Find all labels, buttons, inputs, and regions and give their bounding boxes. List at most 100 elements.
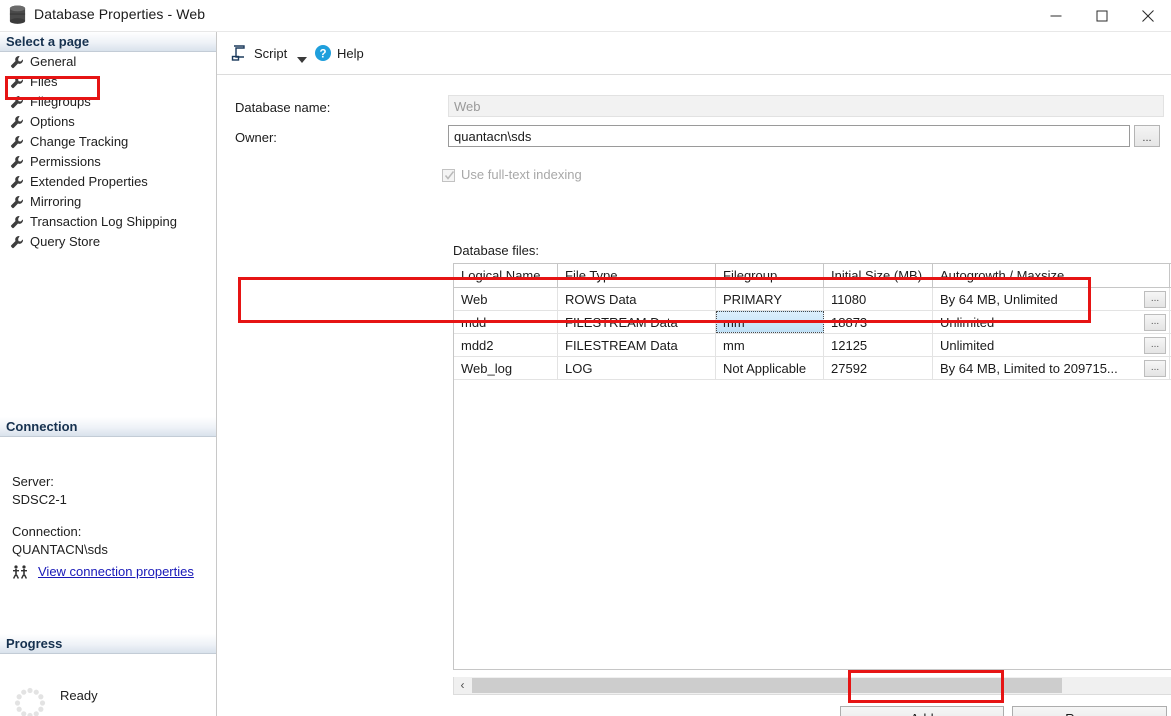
help-question-icon[interactable]: ? bbox=[314, 44, 332, 62]
grid-cell-value: Not Applicable bbox=[723, 361, 807, 376]
sidebar-item-label: Extended Properties bbox=[30, 174, 148, 189]
sidebar-item-permissions[interactable]: Permissions bbox=[0, 152, 216, 172]
grid-cell-file-type[interactable]: FILESTREAM Data bbox=[558, 334, 716, 356]
progress-header: Progress bbox=[0, 634, 216, 654]
scroll-left-arrow[interactable]: ‹ bbox=[454, 677, 471, 693]
sidebar-item-change-tracking[interactable]: Change Tracking bbox=[0, 132, 216, 152]
grid-cell-value: mdd2 bbox=[461, 338, 494, 353]
table-row[interactable]: Web ROWS Data PRIMARY 11080 By 64 MB, Unlimi… bbox=[454, 288, 1171, 311]
grid-cell-filegroup[interactable]: PRIMARY bbox=[716, 288, 824, 310]
grid-cell-autogrowth[interactable]: By 64 MB, Unlimited bbox=[933, 288, 1170, 310]
table-row[interactable]: Web_log LOG Not Applicable 27592 By 64 MB, L… bbox=[454, 357, 1171, 380]
grid-row-ellipsis-button[interactable]: ... bbox=[1144, 337, 1166, 354]
grid-cell-initial-size[interactable]: 12125 bbox=[824, 334, 933, 356]
grid-cell-autogrowth[interactable]: By 64 MB, Limited to 209715... bbox=[933, 357, 1170, 379]
sidebar-item-extended-properties[interactable]: Extended Properties bbox=[0, 172, 216, 192]
progress-status: Ready bbox=[60, 688, 98, 703]
main-pane: Script ? Help Database name: Owner: ... bbox=[217, 32, 1171, 716]
grid-column-header[interactable]: Initial Size (MB) bbox=[824, 264, 933, 287]
grid-cell-filegroup[interactable]: mm bbox=[716, 311, 824, 333]
checkbox-icon[interactable] bbox=[442, 169, 455, 182]
grid-column-header-label: Filegroup bbox=[723, 268, 778, 283]
grid-cell-value: By 64 MB, Unlimited bbox=[940, 292, 1058, 307]
database-files-grid[interactable]: Logical Name File Type Filegroup Initial Si… bbox=[453, 263, 1171, 670]
add-button[interactable]: Add bbox=[840, 706, 1004, 716]
grid-column-header[interactable]: Autogrowth / Maxsize bbox=[933, 264, 1170, 287]
grid-row-ellipsis-button[interactable]: ... bbox=[1144, 291, 1166, 308]
grid-cell-file-type[interactable]: LOG bbox=[558, 357, 716, 379]
server-value: SDSC2-1 bbox=[12, 492, 67, 507]
grid-cell-filegroup[interactable]: Not Applicable bbox=[716, 357, 824, 379]
grid-header-row: Logical Name File Type Filegroup Initial Si… bbox=[454, 264, 1171, 288]
script-icon[interactable] bbox=[230, 44, 248, 62]
grid-column-header-label: Autogrowth / Maxsize bbox=[940, 268, 1065, 283]
grid-cell-file-type[interactable]: ROWS Data bbox=[558, 288, 716, 310]
grid-column-header[interactable]: File Type bbox=[558, 264, 716, 287]
grid-cell-value: 27592 bbox=[831, 361, 868, 376]
grid-horizontal-scrollbar[interactable]: ‹ › bbox=[453, 677, 1171, 695]
owner-label: Owner: bbox=[235, 130, 277, 145]
grid-cell-autogrowth[interactable]: Unlimited bbox=[933, 311, 1170, 333]
grid-cell-logical-name[interactable]: Web bbox=[454, 288, 558, 310]
grid-cell-initial-size[interactable]: 18873 bbox=[824, 311, 933, 333]
sidebar-item-files[interactable]: Files bbox=[0, 72, 216, 92]
grid-cell-value: Unlimited bbox=[940, 338, 995, 353]
sidebar-item-label: Change Tracking bbox=[30, 134, 129, 149]
grid-cell-value: Web_log bbox=[461, 361, 513, 376]
scrollbar-thumb[interactable] bbox=[472, 678, 1062, 693]
sidebar-item-options[interactable]: Options bbox=[0, 112, 216, 132]
sidebar-item-transaction-log-shipping[interactable]: Transaction Log Shipping bbox=[0, 212, 216, 232]
close-button[interactable] bbox=[1125, 0, 1171, 31]
sidebar-item-filegroups[interactable]: Filegroups bbox=[0, 92, 216, 112]
wrench-icon bbox=[10, 175, 24, 189]
spinner-icon bbox=[12, 685, 48, 716]
sidebar-item-label: Options bbox=[30, 114, 75, 129]
sidebar-item-mirroring[interactable]: Mirroring bbox=[0, 192, 216, 212]
owner-input[interactable] bbox=[448, 125, 1130, 147]
sidebar: Select a page General Files Filegroups Opti… bbox=[0, 32, 217, 716]
maximize-button[interactable] bbox=[1079, 0, 1125, 31]
chevron-down-icon[interactable] bbox=[297, 51, 307, 66]
grid-column-header-label: Initial Size (MB) bbox=[831, 268, 923, 283]
sidebar-item-query-store[interactable]: Query Store bbox=[0, 232, 216, 252]
grid-cell-initial-size[interactable]: 11080 bbox=[824, 288, 933, 310]
select-page-header: Select a page bbox=[0, 32, 216, 52]
grid-cell-value: mm bbox=[723, 338, 745, 353]
sidebar-item-label: Query Store bbox=[30, 234, 101, 249]
owner-browse-button[interactable]: ... bbox=[1134, 125, 1160, 147]
sidebar-item-label: Files bbox=[30, 74, 58, 89]
title-bar: Database Properties - Web bbox=[0, 0, 1171, 32]
grid-cell-filegroup[interactable]: mm bbox=[716, 334, 824, 356]
grid-cell-value: Web bbox=[461, 292, 488, 307]
grid-cell-value: mm bbox=[723, 315, 745, 330]
grid-cell-logical-name[interactable]: mdd bbox=[454, 311, 558, 333]
table-row[interactable]: mddFILESTREAM Datamm18873Unlimited...F:\… bbox=[454, 311, 1171, 334]
help-button-label[interactable]: Help bbox=[337, 46, 364, 61]
grid-column-header-label: Logical Name bbox=[461, 268, 541, 283]
grid-column-header[interactable]: Filegroup bbox=[716, 264, 824, 287]
grid-row-ellipsis-button[interactable]: ... bbox=[1144, 314, 1166, 331]
table-row[interactable]: mdd2FILESTREAM Datamm12125Unlimited...F:… bbox=[454, 334, 1171, 357]
connection-people-icon bbox=[12, 564, 32, 580]
minimize-button[interactable] bbox=[1033, 0, 1079, 31]
wrench-icon bbox=[10, 215, 24, 229]
grid-cell-logical-name[interactable]: Web_log bbox=[454, 357, 558, 379]
grid-cell-autogrowth[interactable]: Unlimited bbox=[933, 334, 1170, 356]
grid-column-header[interactable]: Logical Name bbox=[454, 264, 558, 287]
remove-button[interactable]: Remove bbox=[1012, 706, 1167, 716]
grid-cell-logical-name[interactable]: mdd2 bbox=[454, 334, 558, 356]
wrench-icon bbox=[10, 155, 24, 169]
wrench-icon bbox=[10, 195, 24, 209]
grid-cell-file-type[interactable]: FILESTREAM Data bbox=[558, 311, 716, 333]
grid-cell-value: By 64 MB, Limited to 209715... bbox=[940, 361, 1118, 376]
grid-cell-initial-size[interactable]: 27592 bbox=[824, 357, 933, 379]
sidebar-item-label: Mirroring bbox=[30, 194, 82, 209]
view-connection-properties-link[interactable]: View connection properties bbox=[38, 564, 194, 579]
grid-column-header-label: File Type bbox=[565, 268, 618, 283]
grid-row-ellipsis-button[interactable]: ... bbox=[1144, 360, 1166, 377]
script-button-label[interactable]: Script bbox=[254, 46, 287, 61]
wrench-icon bbox=[10, 235, 24, 249]
sidebar-item-general[interactable]: General bbox=[0, 52, 216, 72]
grid-cell-value: mdd bbox=[461, 315, 487, 330]
grid-cell-value: FILESTREAM Data bbox=[565, 338, 678, 353]
